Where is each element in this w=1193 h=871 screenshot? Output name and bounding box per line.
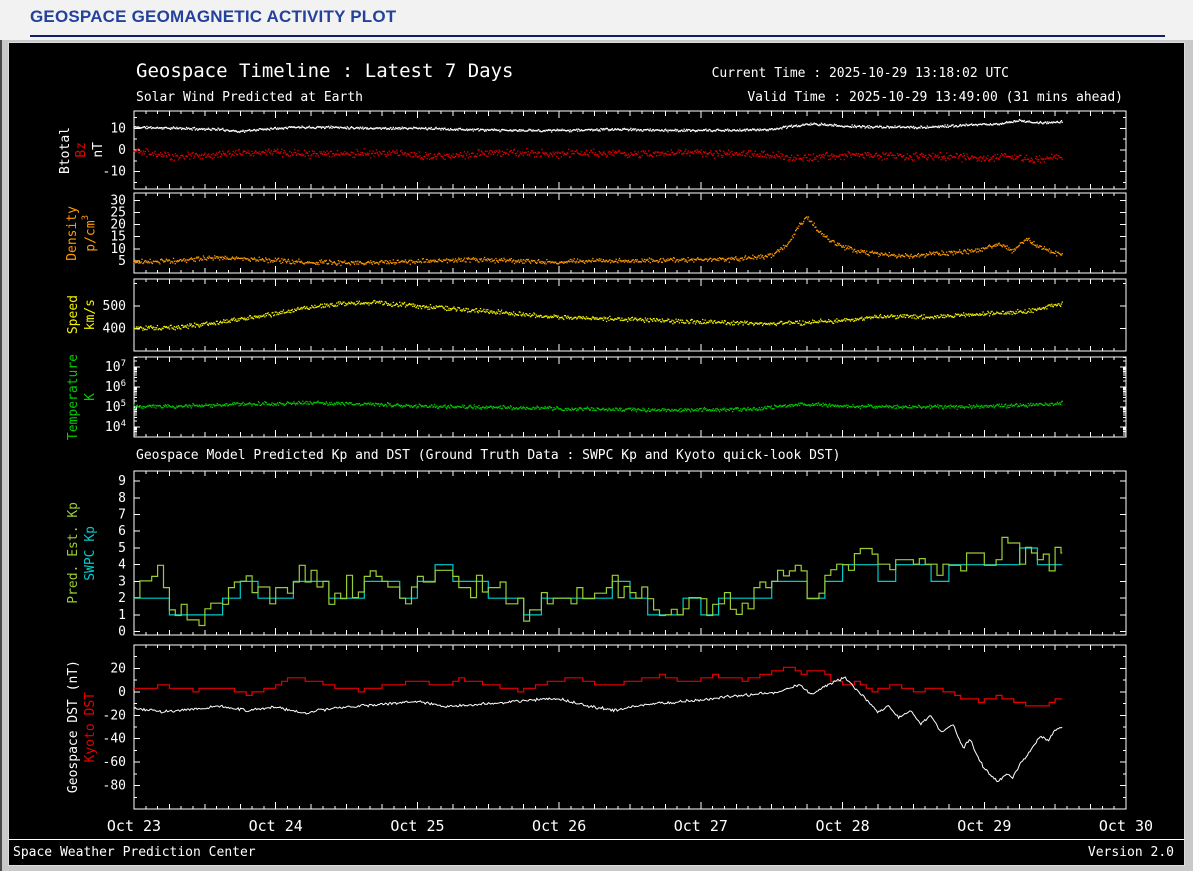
footer-credit: Space Weather Prediction Center: [13, 845, 256, 860]
axis-label-text: Bz: [74, 142, 90, 158]
chart-footer: Space Weather Prediction Center Version …: [9, 839, 1184, 865]
axis-label-text: km/s: [82, 299, 98, 331]
axis-label-text: Temperature: [65, 353, 81, 441]
page-header: GEOSPACE GEOMAGNETIC ACTIVITY PLOT: [0, 0, 1193, 40]
axis-label-text: Density: [64, 205, 80, 261]
y-axis-label-speed: Speed km/s: [35, 279, 129, 351]
plot-canvas: 100-103025201510550040010710610510498765…: [103, 110, 1153, 835]
y-axis-label-temperature: Temperature K: [35, 353, 129, 441]
y-axis-label-density: Density p/cm3: [35, 193, 129, 273]
axis-label-text: SWPC Kp: [82, 525, 98, 581]
axis-label-text: Geospace DST (nT): [65, 660, 81, 794]
axis-label-text: Btotal: [57, 126, 73, 174]
axis-label-text: K: [82, 393, 98, 401]
y-axis-label-magnetic-field: Btotal Bz nT: [35, 111, 129, 189]
footer-version: Version 2.0: [1087, 845, 1174, 860]
page: GEOSPACE GEOMAGNETIC ACTIVITY PLOT Geosp…: [0, 0, 1193, 866]
y-axis-label-dst: Geospace DST (nT) Kyoto DST: [35, 645, 129, 809]
axis-label-text: p/cm3: [81, 214, 99, 252]
axis-label-text: Pred. Est. Kp: [65, 502, 81, 604]
y-axis-label-kp-index: Pred. Est. Kp SWPC Kp: [35, 471, 129, 635]
axis-label-text: Kyoto DST: [82, 691, 98, 763]
axis-label-text: Speed: [65, 295, 81, 335]
page-title: GEOSPACE GEOMAGNETIC ACTIVITY PLOT: [30, 7, 397, 26]
title-underline: [30, 35, 1165, 37]
geospace-activity-plot: Geospace Timeline : Latest 7 Days Curren…: [8, 42, 1185, 866]
axis-label-text: nT: [90, 142, 106, 158]
